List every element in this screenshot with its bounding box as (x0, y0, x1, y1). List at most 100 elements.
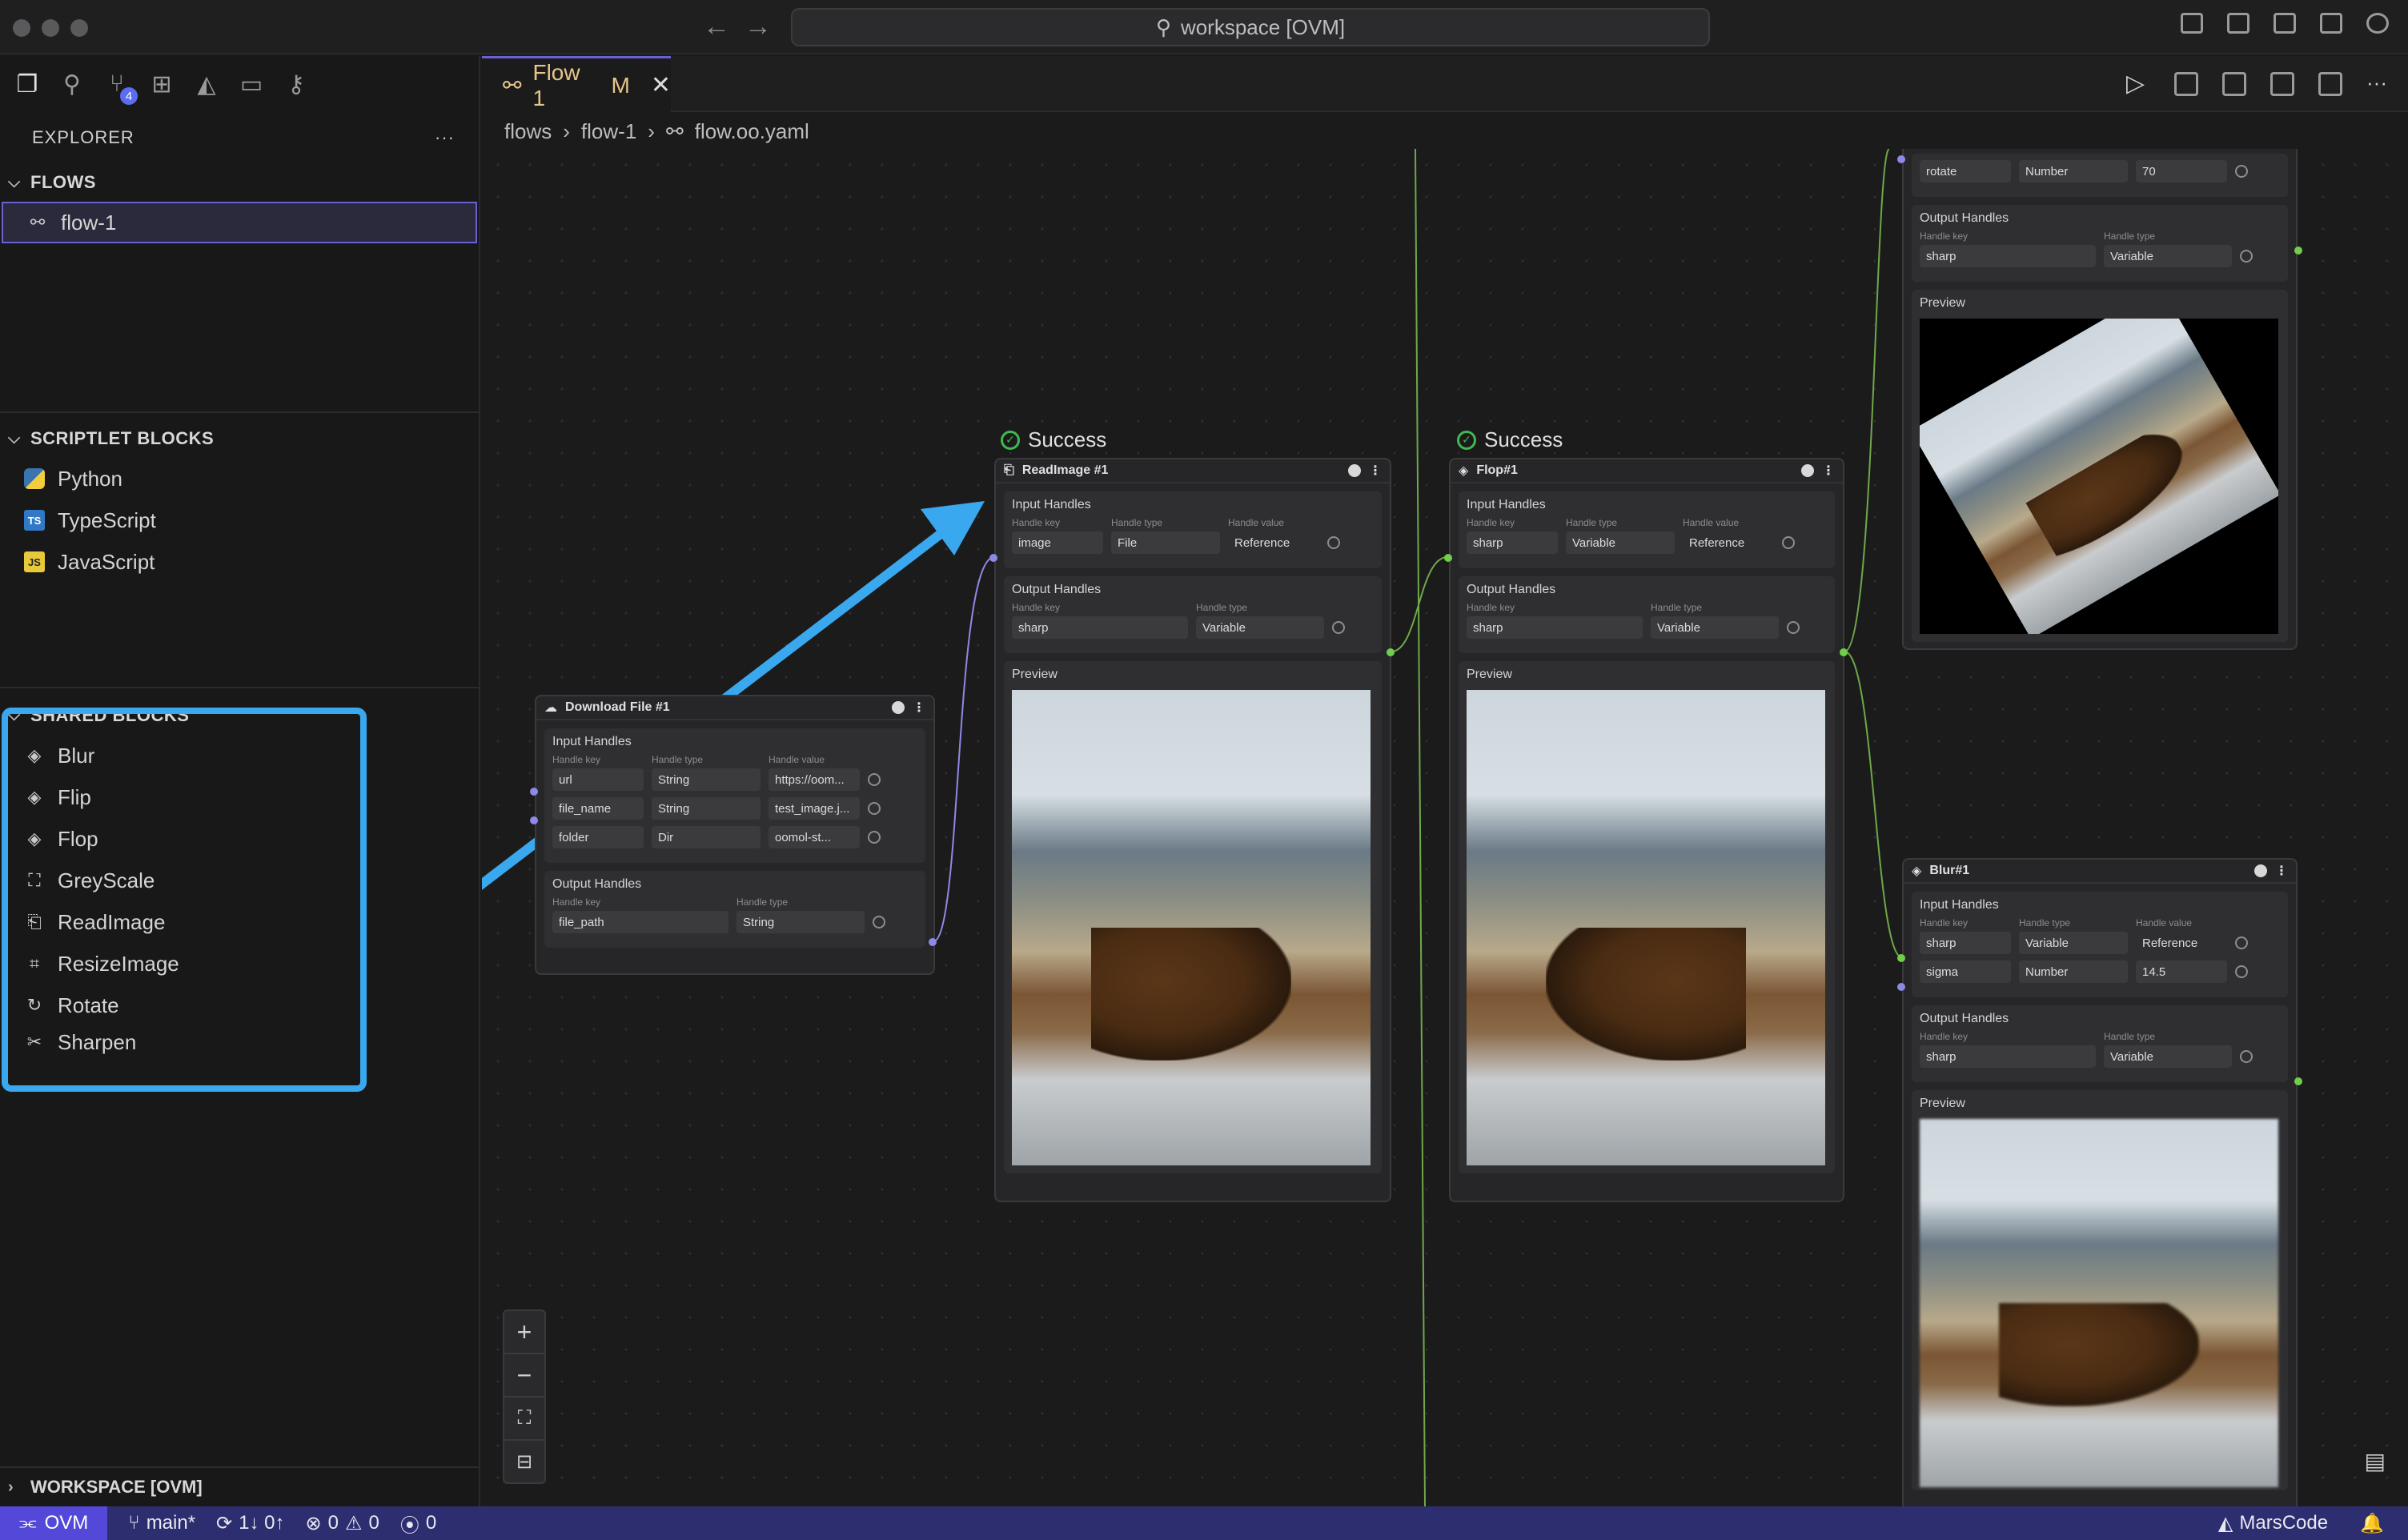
maximize-window-button[interactable] (70, 19, 88, 37)
handle-key-field[interactable]: sharp (1920, 1045, 2096, 1068)
handle-value-field[interactable]: 14.5 (2136, 960, 2227, 983)
node-menu-icon[interactable]: ⋮ (1369, 463, 1382, 479)
input-port[interactable] (1444, 554, 1452, 562)
gear-icon[interactable] (868, 773, 881, 786)
handle-value-field[interactable]: Reference (2136, 932, 2227, 954)
handle-type-field[interactable]: Variable (1651, 616, 1779, 639)
minimap-icon[interactable]: ▤ (2365, 1448, 2386, 1474)
handle-key-field[interactable]: sharp (1920, 245, 2096, 267)
output-port[interactable] (1840, 648, 1848, 656)
handle-type-field[interactable]: Variable (2104, 245, 2232, 267)
gear-icon[interactable] (2235, 936, 2248, 949)
handle-type-field[interactable]: String (736, 911, 865, 933)
node-menu-icon[interactable]: ⋮ (913, 700, 925, 716)
node-flop[interactable]: ◈ Flop#1 ⋮ Input Handles Handle key Handl… (1449, 458, 1844, 1202)
breadcrumb-item[interactable]: flows (504, 119, 552, 144)
breadcrumb-item[interactable]: flow.oo.yaml (695, 119, 809, 144)
forward-arrow-icon[interactable]: → (744, 11, 772, 42)
zoom-out-button[interactable]: − (504, 1354, 544, 1398)
handle-key-field[interactable]: sharp (1467, 531, 1558, 554)
input-port[interactable] (530, 816, 538, 824)
input-port[interactable] (1897, 954, 1905, 962)
scriptlet-item-javascript[interactable]: JS JavaScript (0, 541, 479, 583)
explorer-icon[interactable]: ❐ (14, 71, 40, 98)
handle-value-field[interactable]: oomol-st... (769, 826, 860, 848)
handle-type-field[interactable]: Number (2019, 960, 2128, 983)
handle-key-field[interactable]: url (552, 768, 644, 791)
folder-icon[interactable]: ▭ (239, 71, 264, 98)
gear-icon[interactable] (1782, 536, 1795, 549)
scriptlet-item-typescript[interactable]: TS TypeScript (0, 499, 479, 541)
handle-type-field[interactable]: Variable (2104, 1045, 2232, 1068)
run-node-icon[interactable] (892, 701, 905, 714)
handle-value-field[interactable]: https://oom... (769, 768, 860, 791)
input-port[interactable] (530, 788, 538, 796)
handle-type-field[interactable]: File (1111, 531, 1220, 554)
toggle-secondary-sidebar-icon[interactable] (2274, 13, 2296, 34)
more-actions-icon[interactable]: ··· (435, 127, 455, 148)
node-readimage[interactable]: ⎗ ReadImage #1 ⋮ Input Handles Handle ke… (994, 458, 1391, 1202)
flow-item-flow-1[interactable]: ⚯ flow-1 (2, 202, 477, 243)
output-port[interactable] (1387, 648, 1395, 656)
gear-icon[interactable] (1332, 621, 1345, 634)
problems-indicator[interactable]: ⊗ 0 ⚠ 0 (306, 1512, 379, 1535)
minimize-window-button[interactable] (42, 19, 59, 37)
handle-type-field[interactable]: String (652, 768, 761, 791)
command-center-search[interactable]: ⚲ workspace [OVM] (791, 8, 1710, 46)
toggle-primary-sidebar-icon[interactable] (2181, 13, 2203, 34)
node-blur[interactable]: ◈ Blur#1 ⋮ Input Handles Handle key Handl… (1902, 858, 2298, 1506)
handle-type-field[interactable]: String (652, 797, 761, 820)
open-file-icon[interactable] (2270, 72, 2294, 96)
gear-icon[interactable] (1327, 536, 1340, 549)
handle-type-field[interactable]: Number (2019, 160, 2128, 182)
notifications-bell-icon[interactable]: 🔔 (2360, 1512, 2384, 1535)
input-port[interactable] (1897, 155, 1905, 163)
gear-icon[interactable] (1787, 621, 1800, 634)
handle-value-field[interactable]: 70 (2136, 160, 2227, 182)
zoom-in-button[interactable]: + (504, 1311, 544, 1354)
handle-value-field[interactable]: Reference (1228, 531, 1319, 554)
handle-key-field[interactable]: sharp (1920, 932, 2011, 954)
node-rotate[interactable]: rotate Number 70 Output Handles Handle key… (1902, 149, 2298, 650)
node-menu-icon[interactable]: ⋮ (1822, 463, 1835, 479)
gear-icon[interactable] (868, 831, 881, 844)
customize-layout-icon[interactable] (2320, 13, 2342, 34)
gear-icon[interactable] (2240, 1050, 2253, 1063)
node-download-file[interactable]: ☁ Download File #1 ⋮ Input Handles Handl… (535, 695, 935, 975)
gear-icon[interactable] (2240, 250, 2253, 263)
split-editor-icon[interactable] (2318, 72, 2342, 96)
flows-section-header[interactable]: ⌵ FLOWS (0, 163, 479, 202)
toggle-panel-icon[interactable] (2227, 13, 2249, 34)
sync-indicator[interactable]: ⟳ 1↓ 0↑ (216, 1512, 284, 1535)
gear-icon[interactable] (2235, 965, 2248, 978)
gear-icon[interactable] (873, 916, 885, 928)
handle-key-field[interactable]: file_path (552, 911, 728, 933)
marscode-indicator[interactable]: ◭ MarsCode (2218, 1512, 2328, 1535)
handle-type-field[interactable]: Variable (1566, 531, 1675, 554)
output-port[interactable] (2294, 247, 2302, 255)
scriptlet-item-python[interactable]: Python (0, 458, 479, 499)
tab-flow-1[interactable]: ⚯ Flow 1 M ✕ (482, 56, 671, 112)
output-port[interactable] (929, 938, 937, 946)
settings-gear-icon[interactable] (2366, 13, 2389, 34)
search-icon[interactable]: ⚲ (59, 71, 85, 98)
handle-key-field[interactable]: file_name (552, 797, 644, 820)
handle-key-field[interactable]: sharp (1467, 616, 1643, 639)
handle-key-field[interactable]: sharp (1012, 616, 1188, 639)
marscode-icon[interactable]: ◭ (194, 71, 219, 98)
handle-type-field[interactable]: Dir (652, 826, 761, 848)
handle-value-field[interactable]: Reference (1683, 531, 1774, 554)
output-port[interactable] (2294, 1077, 2302, 1085)
fit-view-icon[interactable]: ⛶ (504, 1398, 544, 1441)
key-icon[interactable]: ⚷ (283, 71, 309, 98)
scriptlet-blocks-section-header[interactable]: ⌵ SCRIPTLET BLOCKS (0, 419, 479, 458)
handle-key-field[interactable]: folder (552, 826, 644, 848)
node-menu-icon[interactable]: ⋮ (2275, 863, 2288, 879)
remote-indicator[interactable]: ⫘ OVM (0, 1506, 108, 1540)
toggle-interactivity-icon[interactable]: ⊟ (504, 1441, 544, 1482)
gear-icon[interactable] (868, 802, 881, 815)
handle-type-field[interactable]: Variable (1196, 616, 1324, 639)
debug-run-icon[interactable] (2174, 72, 2198, 96)
back-arrow-icon[interactable]: ← (703, 11, 730, 42)
source-control-icon[interactable]: ⑂ 4 (104, 70, 138, 105)
